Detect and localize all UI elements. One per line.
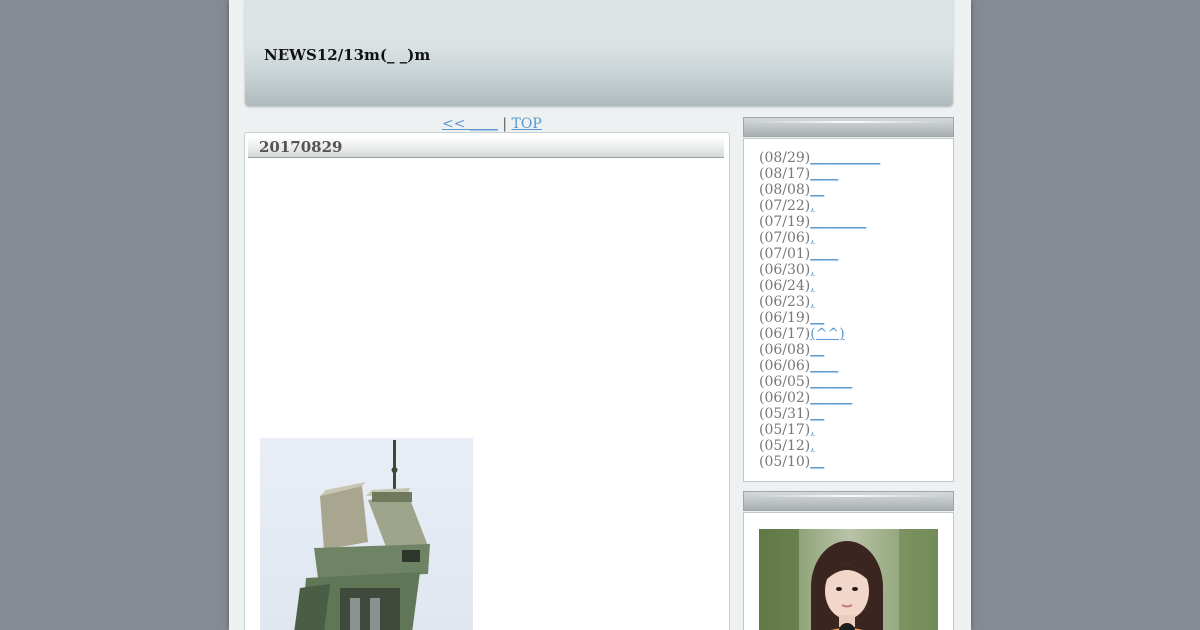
recent-post-date: (07/22) [759,198,811,214]
prev-post-link[interactable]: << ____ [442,116,498,132]
recent-posts-box: (08/29)__________ (08/17)____ (08/08)__ (07… [743,138,954,482]
recent-post-link[interactable]: ____ [810,166,838,182]
recent-post-item: (06/08)__ [759,342,880,358]
recent-post-item: (06/02)______ [759,390,880,406]
recent-post-item: (06/05)______ [759,374,880,390]
recent-posts-list: (08/29)__________ (08/17)____ (08/08)__ (07… [759,150,880,470]
recent-post-link[interactable]: ________ [810,214,866,230]
recent-post-link[interactable]: , [810,278,814,294]
profile-photo [759,529,938,630]
recent-post-link[interactable]: ______ [810,374,852,390]
recent-post-link[interactable]: , [810,422,814,438]
recent-post-item: (07/06), [759,230,880,246]
recent-posts-header [743,117,954,137]
recent-post-date: (08/17) [759,166,811,182]
recent-post-item: (05/10)__ [759,454,880,470]
recent-post-date: (06/24) [759,278,811,294]
recent-post-link[interactable]: , [810,438,814,454]
recent-post-item: (06/17)(^^) [759,326,880,342]
top-link[interactable]: TOP [512,116,542,132]
recent-post-link[interactable]: __ [810,406,824,422]
recent-post-item: (05/17), [759,422,880,438]
recent-post-link[interactable]: ______ [810,390,852,406]
recent-post-item: (06/30), [759,262,880,278]
profile-header [743,491,954,511]
blog-post: 20170829 [244,132,730,630]
recent-post-date: (08/29) [759,150,811,166]
recent-post-link[interactable]: , [810,294,814,310]
recent-post-link[interactable]: ____ [810,358,838,374]
recent-post-date: (06/19) [759,310,811,326]
recent-post-item: (05/12), [759,438,880,454]
recent-post-date: (08/08) [759,182,811,198]
recent-post-item: (08/17)____ [759,166,880,182]
recent-post-item: (06/24), [759,278,880,294]
profile-box [743,512,954,630]
recent-post-date: (05/31) [759,406,811,422]
post-navigation: << ____ | TOP [442,116,542,132]
recent-post-item: (08/29)__________ [759,150,880,166]
recent-post-date: (06/30) [759,262,811,278]
recent-post-date: (07/06) [759,230,811,246]
post-title-bar: 20170829 [248,138,724,158]
recent-post-item: (07/01)____ [759,246,880,262]
recent-post-item: (07/19)________ [759,214,880,230]
recent-post-link[interactable]: __ [810,342,824,358]
recent-post-date: (05/17) [759,422,811,438]
recent-post-item: (06/06)____ [759,358,880,374]
recent-post-item: (06/19)__ [759,310,880,326]
recent-post-date: (05/10) [759,454,811,470]
recent-post-item: (07/22), [759,198,880,214]
recent-post-link[interactable]: __ [810,454,824,470]
post-image-missile-launcher [260,438,473,630]
site-header: NEWS12/13m(_ _)m [245,0,953,106]
post-title: 20170829 [259,138,343,156]
recent-post-link[interactable]: __ [810,310,824,326]
nav-separator: | [502,116,508,132]
recent-post-item: (08/08)__ [759,182,880,198]
recent-post-date: (06/08) [759,342,811,358]
recent-post-link[interactable]: , [810,262,814,278]
recent-post-link[interactable]: __ [810,182,824,198]
recent-post-link[interactable]: , [810,230,814,246]
recent-post-date: (07/01) [759,246,811,262]
recent-post-date: (07/19) [759,214,811,230]
recent-post-date: (05/12) [759,438,811,454]
recent-post-item: (06/23), [759,294,880,310]
recent-post-link[interactable]: , [810,198,814,214]
recent-post-link[interactable]: ____ [810,246,838,262]
page-container: NEWS12/13m(_ _)m << ____ | TOP 20170829 [229,0,971,630]
recent-post-date: (06/23) [759,294,811,310]
recent-post-item: (05/31)__ [759,406,880,422]
recent-post-date: (06/17) [759,326,811,342]
recent-post-link[interactable]: (^^) [810,326,844,342]
site-title[interactable]: NEWS12/13m(_ _)m [264,46,430,64]
recent-post-date: (06/06) [759,358,811,374]
recent-post-date: (06/05) [759,374,811,390]
recent-post-link[interactable]: __________ [810,150,880,166]
recent-post-date: (06/02) [759,390,811,406]
